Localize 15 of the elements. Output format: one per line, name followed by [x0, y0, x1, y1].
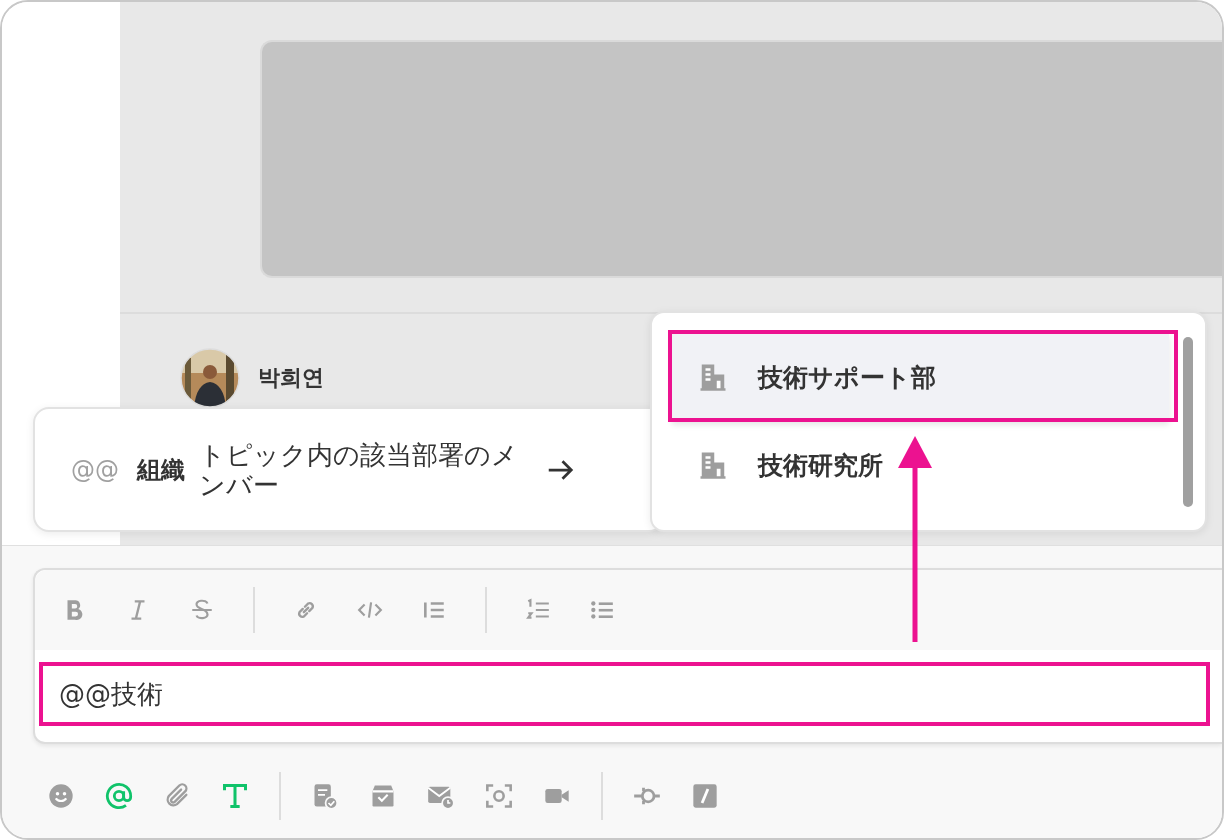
mention-trigger: @@	[71, 455, 119, 484]
emoji-icon[interactable]	[47, 782, 75, 810]
suggestion-item[interactable]: 技術サポート部	[672, 333, 1169, 421]
mention-icon[interactable]	[105, 782, 133, 810]
scrollbar-thumb[interactable]	[1183, 337, 1193, 507]
building-icon	[698, 362, 728, 392]
hint-description: トピック内の該当部署のメンバー	[199, 439, 519, 500]
building-icon	[698, 450, 728, 480]
hint-label: 組織	[137, 454, 185, 486]
message-input[interactable]: @@技術	[39, 662, 1210, 726]
suggestion-item[interactable]: 技術研究所	[672, 421, 1169, 509]
screen-capture-icon[interactable]	[485, 782, 513, 810]
slash-command-icon[interactable]	[691, 782, 719, 810]
text-format-icon[interactable]	[221, 782, 249, 810]
author-name: 박희연	[258, 364, 324, 392]
